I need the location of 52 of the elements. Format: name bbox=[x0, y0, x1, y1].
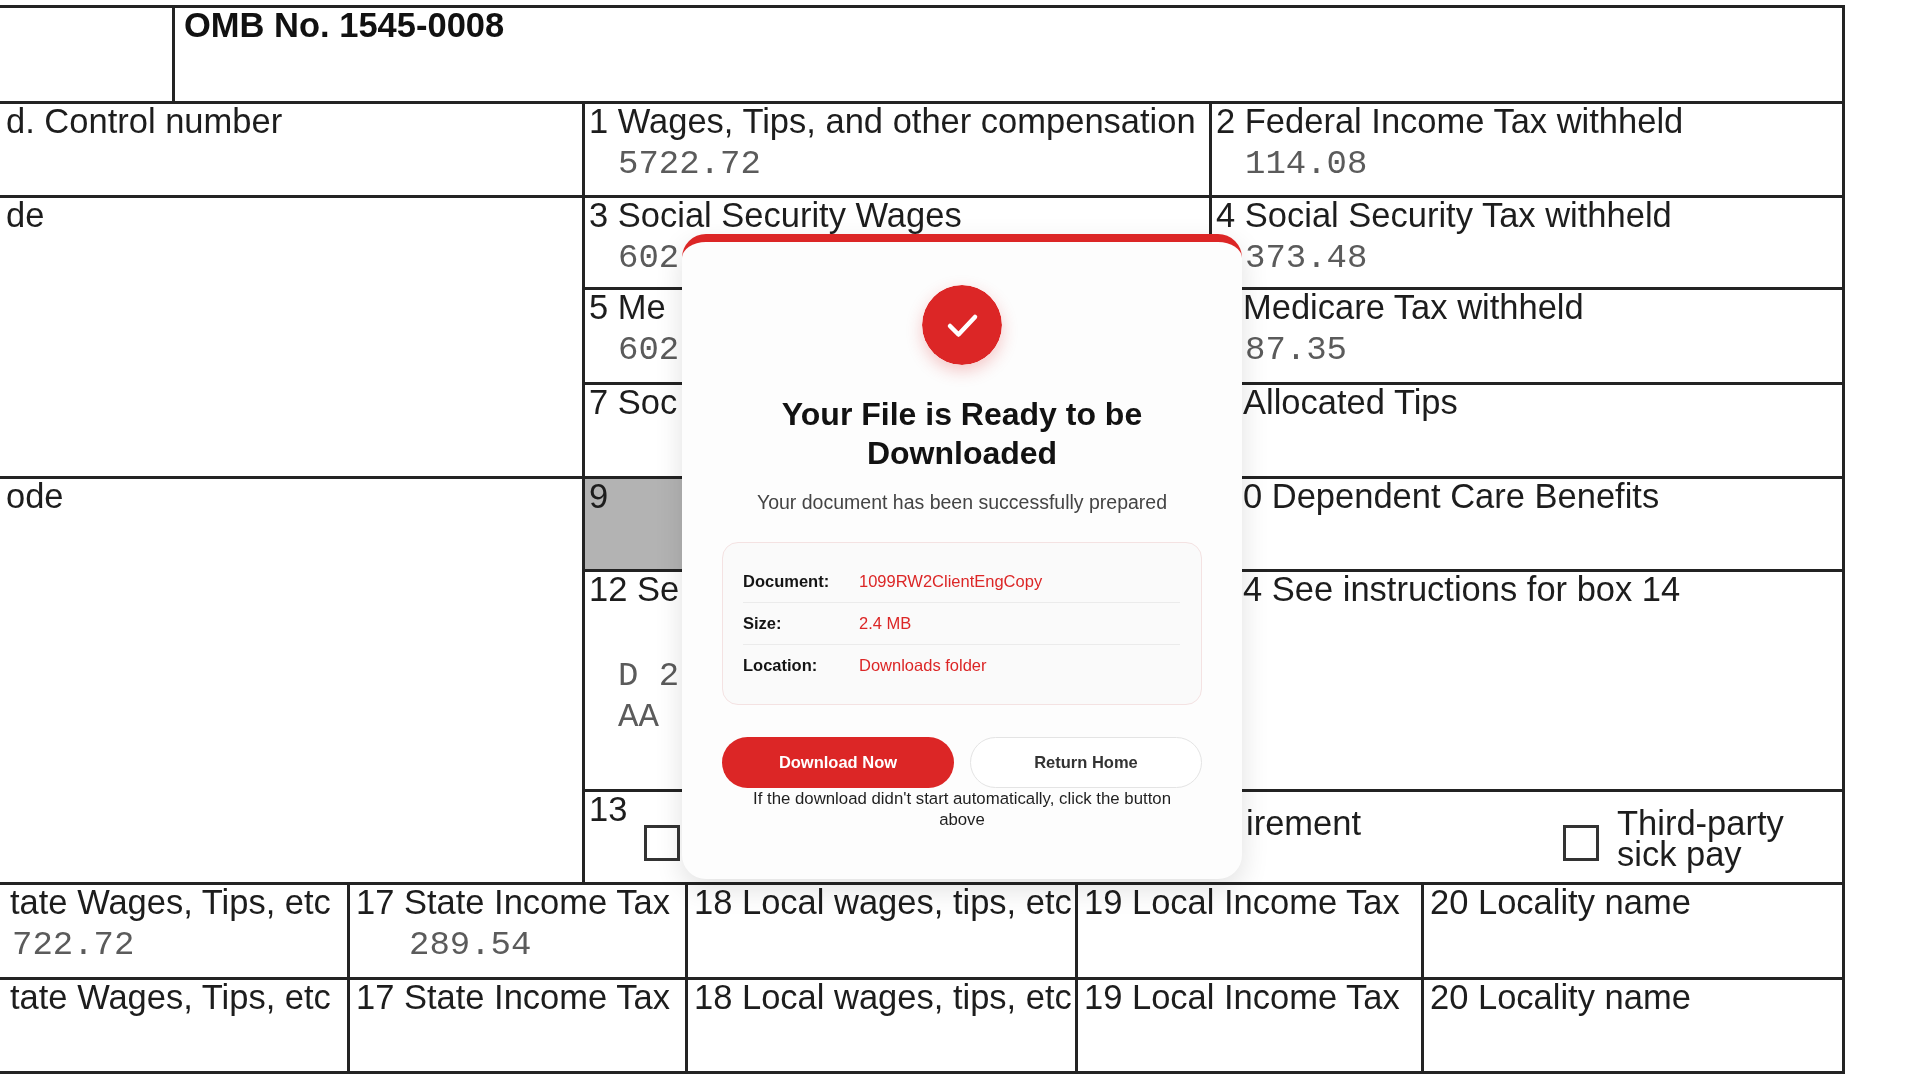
box-label: 20 Locality name bbox=[1430, 885, 1691, 919]
detail-value: 2.4 MB bbox=[859, 613, 912, 634]
box-value: 5722.72 bbox=[618, 147, 761, 181]
box-value: 289.54 bbox=[409, 928, 532, 962]
box-label: d. Control number bbox=[6, 104, 283, 138]
box-label: 1 Wages, Tips, and other compensation bbox=[589, 104, 1196, 138]
dialog-title: Your File is Ready to be Downloaded bbox=[780, 395, 1144, 473]
box-value: 373.48 bbox=[1245, 241, 1368, 275]
box-label: 19 Local Income Tax bbox=[1084, 980, 1400, 1014]
box-label: 17 State Income Tax bbox=[356, 980, 670, 1014]
box-label: 13 bbox=[589, 792, 629, 826]
box-value: 87.35 bbox=[1245, 333, 1348, 367]
box-value: 114.08 bbox=[1245, 147, 1368, 181]
dialog-subtitle: Your document has been successfully prepared bbox=[756, 490, 1168, 514]
box-value: AA bbox=[618, 700, 659, 734]
box-label: 4 Social Security Tax withheld bbox=[1216, 198, 1672, 232]
box-label: 18 Local wages, tips, etc bbox=[694, 980, 1072, 1014]
box-label: 19 Local Income Tax bbox=[1084, 885, 1400, 919]
box-label: 5 Me bbox=[589, 290, 666, 324]
box-label: Allocated Tips bbox=[1243, 385, 1458, 419]
box-label: 0 Dependent Care Benefits bbox=[1243, 479, 1660, 513]
box-label: de bbox=[6, 198, 45, 232]
detail-value: Downloads folder bbox=[859, 655, 987, 676]
box-label: 20 Locality name bbox=[1430, 980, 1691, 1014]
detail-label: Document: bbox=[743, 571, 830, 592]
omb-number: OMB No. 1545-0008 bbox=[184, 8, 505, 42]
box-value: D 2 bbox=[618, 659, 680, 693]
box-label: 4 See instructions for box 14 bbox=[1243, 572, 1681, 606]
box-label: 7 Soc bbox=[589, 385, 678, 419]
box-label: Medicare Tax withheld bbox=[1243, 290, 1584, 324]
return-home-button[interactable]: Return Home bbox=[970, 737, 1202, 788]
box-label: 9 bbox=[589, 479, 609, 513]
box-value: 602 bbox=[618, 241, 680, 275]
detail-label: Size: bbox=[743, 613, 782, 634]
box-label: ode bbox=[6, 479, 64, 513]
box-label: 12 Se bbox=[589, 572, 680, 606]
box-label: 3 Social Security Wages bbox=[589, 198, 962, 232]
checkbox[interactable] bbox=[1563, 825, 1599, 861]
detail-value: 1099RW2ClientEngCopy bbox=[859, 571, 1043, 592]
box-label: tate Wages, Tips, etc bbox=[10, 885, 331, 919]
download-button[interactable]: Download Now bbox=[722, 737, 954, 788]
check-circle-icon bbox=[922, 285, 1002, 365]
help-text: If the download didn't start automatically, click the button above bbox=[752, 788, 1172, 830]
box-value: 722.72 bbox=[12, 928, 135, 962]
detail-label: Location: bbox=[743, 655, 818, 676]
box-value: 602 bbox=[618, 333, 680, 367]
box-label: 2 Federal Income Tax withheld bbox=[1216, 104, 1684, 138]
checkbox[interactable] bbox=[644, 825, 680, 861]
box-label: tate Wages, Tips, etc bbox=[10, 980, 331, 1014]
box-label: 18 Local wages, tips, etc bbox=[694, 885, 1072, 919]
option-label: irement bbox=[1246, 808, 1362, 839]
box-label: 17 State Income Tax bbox=[356, 885, 670, 919]
